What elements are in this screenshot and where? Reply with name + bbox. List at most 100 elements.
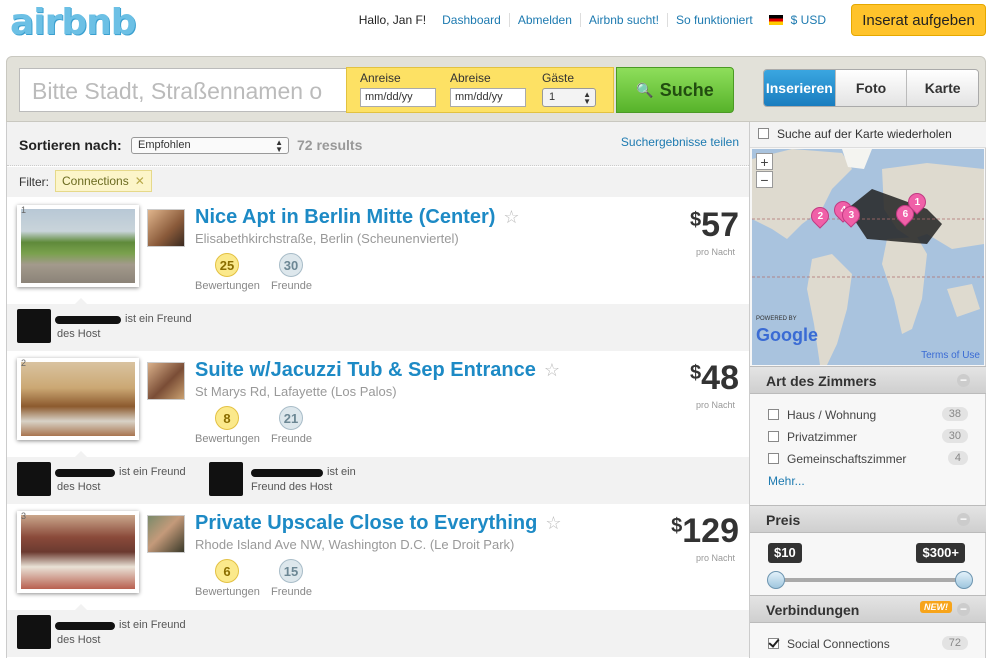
- listing-photo[interactable]: [17, 358, 139, 440]
- friend-connections: ist ein Freund des Host: [7, 610, 749, 657]
- repeat-search-on-map[interactable]: Suche auf der Karte wiederholen: [750, 122, 986, 148]
- room-type-option-label: Haus / Wohnung: [787, 408, 877, 422]
- location-search-input[interactable]: Bitte Stadt, Straßennamen o: [19, 68, 352, 112]
- listing-title-text: Suite w/Jacuzzi Tub & Sep Entrance: [195, 359, 536, 381]
- tab-photo[interactable]: Foto: [834, 70, 907, 106]
- top-header: airbnb Hallo, Jan F! Dashboard Abmelden …: [0, 0, 992, 52]
- per-night-label: pro Nacht: [695, 247, 735, 257]
- listing-index: 1: [21, 205, 27, 215]
- star-icon[interactable]: ☆: [545, 513, 561, 533]
- listing-title[interactable]: Nice Apt in Berlin Mitte (Center) ☆: [195, 206, 520, 229]
- room-type-option[interactable]: Gemeinschaftszimmer 4: [768, 451, 968, 466]
- room-type-checkbox[interactable]: [768, 431, 779, 442]
- checkout-label: Abreise: [450, 71, 491, 85]
- friends-count-badge[interactable]: 30: [279, 253, 303, 277]
- collapse-icon[interactable]: −: [957, 374, 970, 387]
- connections-header[interactable]: Verbindungen NEW! −: [750, 595, 986, 623]
- reviews-count-badge[interactable]: 8: [215, 406, 239, 430]
- listing-price: $129: [671, 512, 739, 551]
- redacted-friend-name: [55, 469, 115, 477]
- listing-price: $57: [690, 206, 739, 245]
- checkin-date-input[interactable]: mm/dd/yy: [360, 88, 436, 107]
- user-greeting: Hallo, Jan F!: [358, 13, 427, 27]
- host-avatar[interactable]: [147, 362, 185, 400]
- connections-option[interactable]: Social Connections 72: [768, 636, 968, 651]
- collapse-icon[interactable]: −: [957, 513, 970, 526]
- sort-select[interactable]: Empfohlen ▲ ▼: [131, 137, 289, 154]
- map-terms-link[interactable]: Terms of Use: [921, 350, 980, 361]
- powered-by-label: POWERED BY: [756, 316, 797, 322]
- reviews-label: Bewertungen: [195, 586, 260, 598]
- repeat-search-checkbox[interactable]: [758, 128, 769, 139]
- star-icon[interactable]: ☆: [503, 207, 519, 227]
- room-type-header[interactable]: Art des Zimmers −: [750, 366, 986, 394]
- friends-label: Freunde: [271, 433, 312, 445]
- share-results-link[interactable]: Suchergebnisse teilen: [621, 135, 739, 149]
- price-slider-track[interactable]: [776, 578, 964, 582]
- listing-main: 3 Private Upscale Close to Everything ☆ R…: [7, 504, 749, 611]
- friend-avatar[interactable]: [17, 309, 51, 343]
- host-avatar[interactable]: [147, 515, 185, 553]
- listing-title[interactable]: Private Upscale Close to Everything ☆: [195, 512, 561, 535]
- friends-count-badge[interactable]: 15: [279, 559, 303, 583]
- room-type-option[interactable]: Privatzimmer 30: [768, 429, 968, 444]
- more-room-types-link[interactable]: Mehr...: [768, 474, 805, 488]
- connections-title: Verbindungen: [766, 602, 860, 618]
- room-type-checkbox[interactable]: [768, 453, 779, 464]
- nav-dashboard-link[interactable]: Dashboard: [434, 13, 509, 27]
- friend-avatar[interactable]: [17, 615, 51, 649]
- zoom-in-button[interactable]: +: [756, 153, 773, 170]
- per-night-label: pro Nacht: [695, 400, 735, 410]
- friends-label: Freunde: [271, 280, 312, 292]
- guests-value: 1: [549, 91, 556, 103]
- listing-photo[interactable]: [17, 511, 139, 593]
- listing-card: 2 Suite w/Jacuzzi Tub & Sep Entrance ☆ St…: [7, 351, 749, 504]
- listing-title[interactable]: Suite w/Jacuzzi Tub & Sep Entrance ☆: [195, 359, 560, 382]
- tab-map[interactable]: Karte: [906, 70, 978, 106]
- friends-label: Freunde: [271, 586, 312, 598]
- price-header[interactable]: Preis −: [750, 505, 986, 533]
- host-avatar[interactable]: [147, 209, 185, 247]
- guests-select[interactable]: 1 ▲ ▼: [542, 88, 596, 107]
- listing-price: $48: [690, 359, 739, 398]
- remove-filter-icon[interactable]: ✕: [135, 174, 145, 188]
- star-icon[interactable]: ☆: [544, 360, 560, 380]
- tab-list[interactable]: Inserieren: [764, 70, 835, 106]
- reviews-count-badge[interactable]: 6: [215, 559, 239, 583]
- listing-photo-image: [21, 362, 135, 436]
- listing-photo[interactable]: [17, 205, 139, 287]
- nav-jobs-link[interactable]: Airbnb sucht!: [579, 13, 667, 27]
- sort-label: Sortieren nach:: [19, 137, 122, 153]
- german-flag-icon[interactable]: [768, 15, 783, 25]
- reviews-count-badge[interactable]: 25: [215, 253, 239, 277]
- nav-how-it-works-link[interactable]: So funktioniert: [666, 13, 761, 27]
- friends-count-badge[interactable]: 21: [279, 406, 303, 430]
- airbnb-logo[interactable]: airbnb: [10, 2, 137, 43]
- list-your-space-button[interactable]: Inserat aufgeben: [851, 4, 986, 36]
- friend-note: ist ein Freund: [125, 313, 192, 325]
- nav-logout-link[interactable]: Abmelden: [508, 13, 580, 27]
- connections-checkbox[interactable]: [768, 638, 779, 649]
- listing-card: 1 Nice Apt in Berlin Mitte (Center) ☆ Eli…: [7, 198, 749, 351]
- results-map[interactable]: + − 2 4 3 6 1 POWERED BY Google Terms of…: [752, 149, 984, 365]
- listing-address: St Marys Rd, Lafayette (Los Palos): [195, 384, 397, 399]
- listing-card: 3 Private Upscale Close to Everything ☆ R…: [7, 504, 749, 657]
- date-guest-box: Anreise mm/dd/yy Abreise mm/dd/yy Gäste …: [346, 67, 614, 113]
- per-night-label: pro Nacht: [695, 553, 735, 563]
- redacted-friend-name: [55, 316, 121, 324]
- price-min-handle[interactable]: [767, 571, 785, 589]
- search-button[interactable]: 🔍 Suche: [616, 67, 734, 113]
- filter-tag-connections[interactable]: Connections ✕: [55, 170, 152, 192]
- zoom-out-button[interactable]: −: [756, 171, 773, 188]
- currency-selector[interactable]: $ USD: [791, 13, 826, 27]
- friend-avatar[interactable]: [209, 462, 243, 496]
- room-type-checkbox[interactable]: [768, 409, 779, 420]
- friend-avatar[interactable]: [17, 462, 51, 496]
- room-type-option[interactable]: Haus / Wohnung 38: [768, 407, 968, 422]
- collapse-icon[interactable]: −: [957, 603, 970, 616]
- price-max-handle[interactable]: [955, 571, 973, 589]
- friend-note-host: des Host: [57, 328, 101, 340]
- checkout-date-input[interactable]: mm/dd/yy: [450, 88, 526, 107]
- google-logo: Google: [756, 325, 818, 345]
- guests-label: Gäste: [542, 71, 575, 85]
